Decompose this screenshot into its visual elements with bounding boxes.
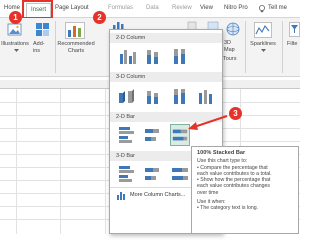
stacked-column-icon[interactable] (143, 45, 163, 67)
tab-review[interactable]: Review (172, 5, 192, 11)
tooltip-line: over time (197, 189, 219, 196)
step-badge-3: 3 (229, 107, 242, 120)
tab-view[interactable]: View (200, 5, 213, 11)
recommended-charts-label[interactable]: Recommended Charts (56, 41, 96, 55)
group-separator (282, 21, 283, 73)
annotation-arrow (188, 115, 228, 130)
3d-100-stacked-bar-icon[interactable] (170, 163, 190, 185)
3d-stacked-column-icon[interactable] (143, 85, 163, 107)
insert-tab-highlight (22, 0, 53, 19)
section-2d-column: 2-D Column (110, 33, 222, 43)
step-badge-2: 2 (93, 11, 106, 24)
grid-line (16, 89, 17, 234)
tab-home[interactable]: Home (4, 5, 20, 11)
sparklines-label[interactable]: Sparklines (247, 41, 279, 48)
grid-line (60, 89, 61, 234)
add-ins-icon (36, 23, 49, 36)
recommended-charts-icon (65, 22, 85, 39)
illustrations-icon (7, 23, 22, 36)
tours-label: Tours (223, 56, 237, 62)
3d-map-label[interactable]: 3D Map (224, 40, 238, 54)
3d-clustered-bar-icon[interactable] (117, 163, 137, 185)
chevron-down-icon (261, 49, 266, 52)
3d-100-stacked-column-icon[interactable] (170, 85, 190, 107)
clustered-column-icon[interactable] (117, 45, 137, 67)
3d-stacked-bar-icon[interactable] (143, 163, 163, 185)
step-badge-1: 1 (9, 11, 22, 24)
illustrations-label[interactable]: Illustrations (0, 41, 30, 48)
more-charts-icon (117, 192, 125, 200)
stacked-bar-icon[interactable] (143, 124, 163, 146)
tooltip-title: 100% Stacked Bar (197, 150, 246, 156)
filter-icon (289, 22, 300, 37)
tab-data[interactable]: Data (146, 5, 159, 11)
3d-map-icon (226, 22, 240, 36)
chart-type-tooltip: 100% Stacked Bar Use this chart type to:… (191, 146, 299, 234)
100-stacked-column-icon[interactable] (170, 45, 190, 67)
tab-tell-me[interactable]: Tell me (268, 5, 287, 11)
tab-page-layout[interactable]: Page Layout (55, 5, 89, 11)
tab-formulas[interactable]: Formulas (108, 5, 133, 11)
sparklines-icon (254, 22, 272, 38)
3d-column-icon[interactable] (196, 85, 216, 107)
grid-line (105, 89, 106, 234)
more-column-charts-link[interactable]: More Column Charts... (130, 192, 185, 198)
3d-clustered-column-icon[interactable] (117, 85, 137, 107)
add-ins-label[interactable]: Add- ins (33, 41, 53, 55)
group-separator (245, 21, 246, 73)
chevron-down-icon (14, 49, 19, 52)
tooltip-line: • The category text is long. (197, 205, 259, 212)
section-3d-column: 3-D Column (110, 72, 222, 82)
filters-label[interactable]: Filte (287, 41, 307, 48)
lightbulb-icon (259, 5, 265, 13)
tab-nitro-pro[interactable]: Nitro Pro (224, 5, 248, 11)
clustered-bar-icon[interactable] (117, 124, 137, 146)
